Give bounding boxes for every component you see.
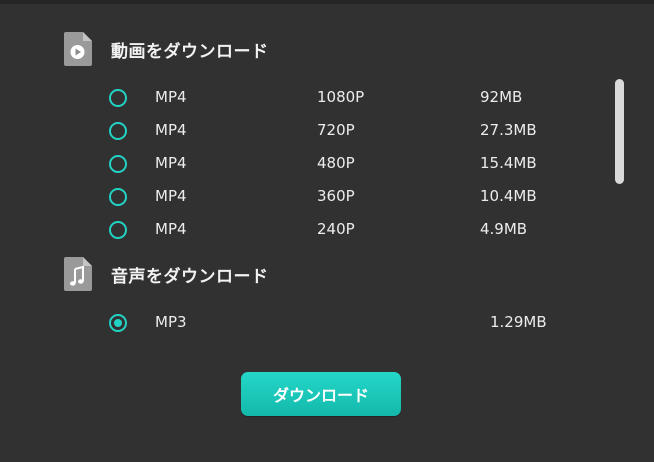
size-label: 92MB	[480, 88, 523, 106]
size-label: 1.29MB	[490, 313, 547, 331]
size-label: 10.4MB	[480, 187, 537, 205]
video-file-icon	[64, 32, 92, 66]
audio-file-icon	[64, 257, 92, 291]
format-label: MP4	[155, 187, 187, 205]
radio-button[interactable]	[109, 122, 127, 140]
radio-button[interactable]	[109, 155, 127, 173]
video-section-title: 動画をダウンロード	[111, 41, 269, 62]
video-option-row-720p[interactable]: MP4 720P 27.3MB	[108, 119, 578, 143]
size-label: 15.4MB	[480, 154, 537, 172]
format-label: MP4	[155, 220, 187, 238]
window-top-border	[0, 0, 654, 4]
format-label: MP3	[155, 313, 187, 331]
video-option-row-480p[interactable]: MP4 480P 15.4MB	[108, 152, 578, 176]
resolution-label: 480P	[317, 154, 355, 172]
resolution-label: 360P	[317, 187, 355, 205]
audio-option-row-mp3[interactable]: MP3 1.29MB	[108, 311, 578, 335]
size-label: 27.3MB	[480, 121, 537, 139]
video-option-row-1080p[interactable]: MP4 1080P 92MB	[108, 86, 578, 110]
scrollbar-thumb[interactable]	[615, 79, 624, 184]
format-label: MP4	[155, 154, 187, 172]
format-label: MP4	[155, 121, 187, 139]
radio-button[interactable]	[109, 221, 127, 239]
radio-button[interactable]	[109, 188, 127, 206]
audio-section-title: 音声をダウンロード	[111, 266, 269, 287]
radio-button[interactable]	[109, 89, 127, 107]
video-option-row-240p[interactable]: MP4 240P 4.9MB	[108, 218, 578, 242]
radio-button-selected[interactable]	[109, 314, 127, 332]
size-label: 4.9MB	[480, 220, 528, 238]
download-button[interactable]: ダウンロード	[241, 372, 401, 416]
video-option-row-360p[interactable]: MP4 360P 10.4MB	[108, 185, 578, 209]
resolution-label: 720P	[317, 121, 355, 139]
resolution-label: 240P	[317, 220, 355, 238]
format-label: MP4	[155, 88, 187, 106]
resolution-label: 1080P	[317, 88, 365, 106]
video-section-header: 動画をダウンロード	[64, 32, 269, 66]
audio-section-header: 音声をダウンロード	[64, 257, 269, 291]
